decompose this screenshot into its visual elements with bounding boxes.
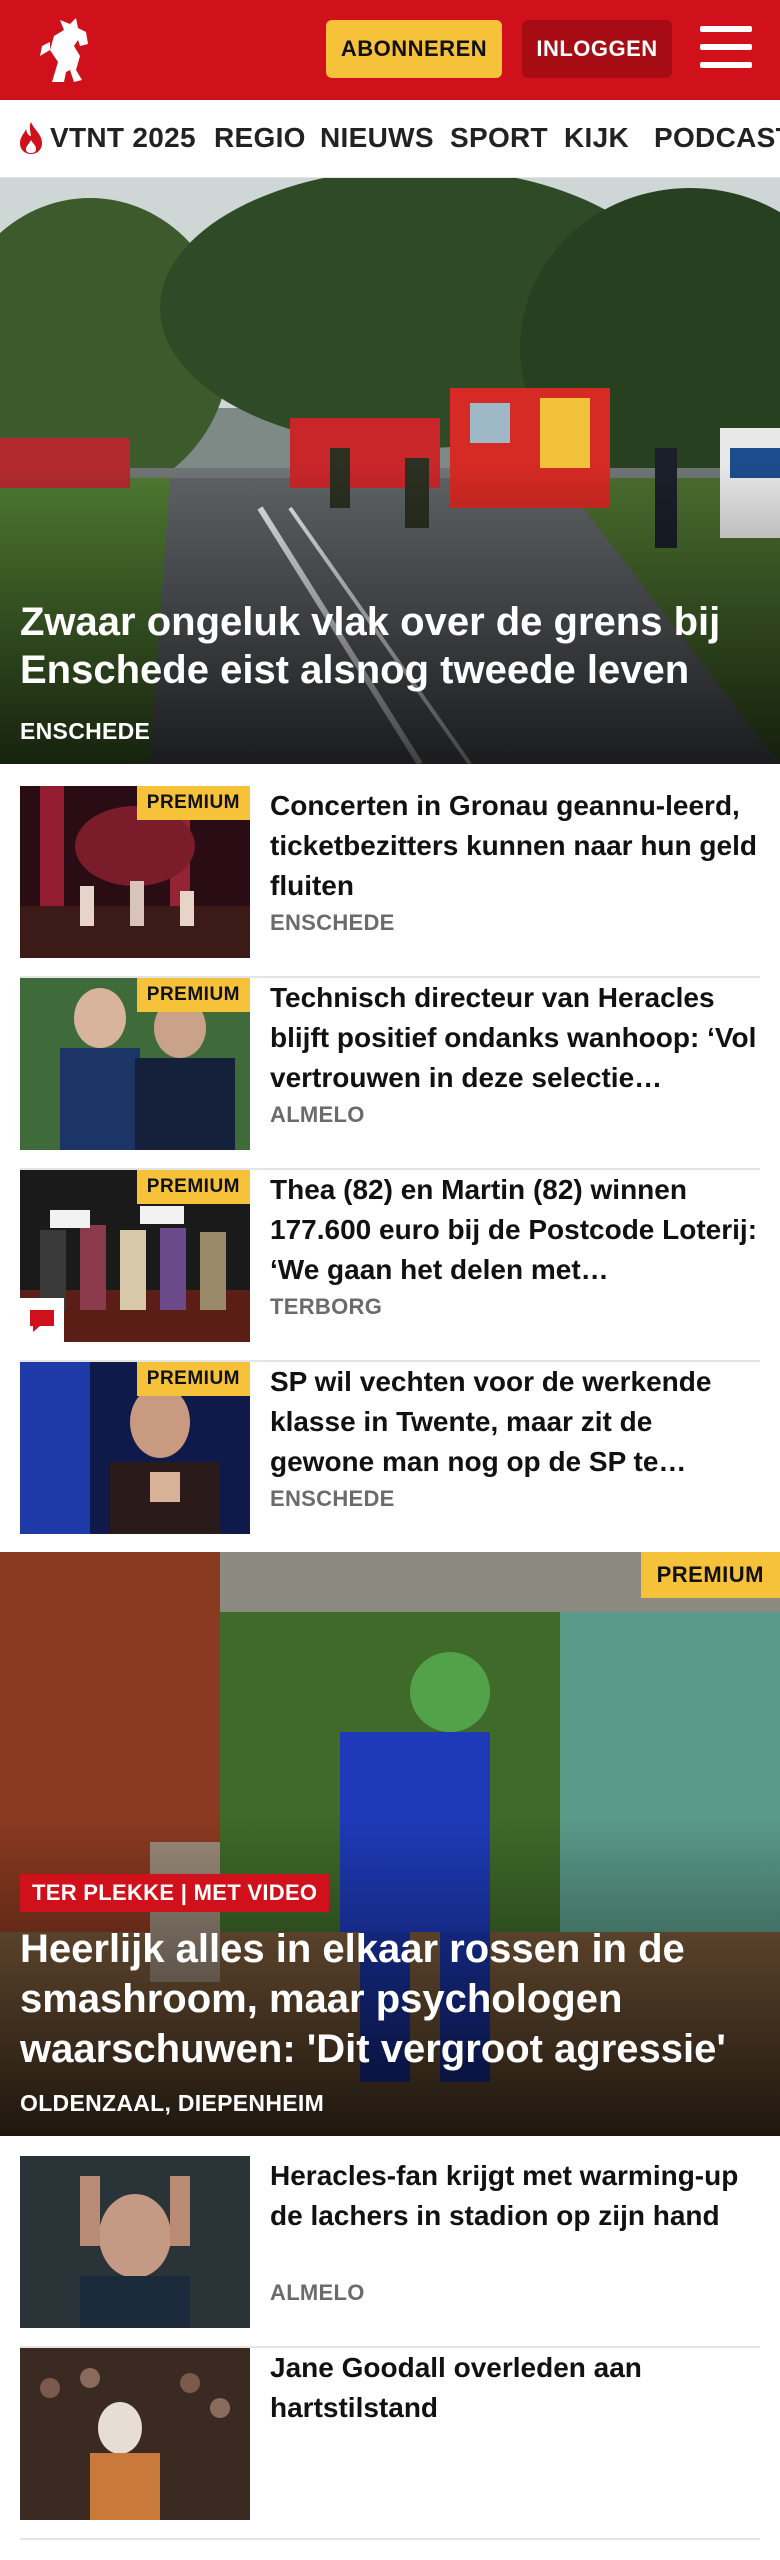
article-thumbnail [20,2348,250,2520]
article-title[interactable]: Thea (82) en Martin (82) winnen 177.600 … [270,1170,760,1290]
login-button[interactable]: INLOGGEN [522,20,672,78]
nav-item-sport[interactable]: SPORT [450,122,548,154]
nav-item-regio[interactable]: REGIO [214,122,306,154]
nav-item-kijk[interactable]: KIJK [564,122,629,154]
subscribe-button[interactable]: ABONNEREN [326,20,502,78]
article-location: TERBORG [270,1294,383,1319]
premium-badge: PREMIUM [640,1552,780,1598]
hero-location: ENSCHEDE [20,718,151,744]
list-item[interactable]: PREMIUM Thea (82) en Martin (82) winnen … [20,1170,760,1362]
article-title[interactable]: Jane Goodall overleden aan hartstilstand [270,2348,760,2428]
article-title[interactable]: SP wil vechten voor de werkende klasse i… [270,1362,760,1482]
premium-badge: PREMIUM [136,1170,250,1204]
premium-badge: PREMIUM [136,1362,250,1396]
article-thumbnail: PREMIUM [20,1362,250,1534]
flame-icon [16,120,46,156]
article-location: ALMELO [270,1102,365,1127]
list-item[interactable]: PREMIUM SP wil vechten voor de werkende … [20,1362,760,1554]
nav-item-vtnt-2025[interactable]: VTNT 2025 [50,122,196,154]
list-item[interactable]: PREMIUM Concerten in Gronau geannu-leerd… [20,786,760,978]
nav-item-podcast[interactable]: PODCAST [654,122,780,154]
main-navigation: VTNT 2025 REGIO NIEUWS SPORT KIJK PODCAS… [0,100,780,178]
premium-badge: PREMIUM [136,978,250,1012]
article-thumbnail: PREMIUM [20,1170,250,1342]
article-location: ENSCHEDE [270,910,395,935]
nav-item-nieuws[interactable]: NIEUWS [320,122,434,154]
feature-title[interactable]: Heerlijk alles in elkaar rossen in de sm… [20,1924,770,2074]
list-item[interactable]: PREMIUM Technisch directeur van Heracles… [20,978,760,1170]
feature-article[interactable]: PREMIUM TER PLEKKE | MET VIDEO Heerlijk … [0,1552,780,2136]
article-location: ALMELO [270,2280,365,2305]
article-location: ENSCHEDE [270,1486,395,1511]
hamburger-menu-icon[interactable] [700,24,752,72]
twente-horse-logo-icon[interactable] [30,10,110,90]
feature-location: OLDENZAAL, DIEPENHEIM [20,2090,325,2116]
article-thumbnail: PREMIUM [20,978,250,1150]
comment-bubble-icon[interactable] [20,1298,64,1342]
article-thumbnail [20,2156,250,2328]
list-item[interactable]: Heracles-fan krijgt met warming-up de la… [20,2156,760,2348]
premium-badge: PREMIUM [136,786,250,820]
feature-tag: TER PLEKKE | MET VIDEO [20,1874,330,1912]
hero-title[interactable]: Zwaar ongeluk vlak over de grens bij Ens… [20,598,760,694]
article-thumbnail: PREMIUM [20,786,250,958]
article-title[interactable]: Technisch directeur van Heracles blijft … [270,978,760,1098]
article-title[interactable]: Concerten in Gronau geannu-leerd, ticket… [270,786,760,906]
list-item[interactable]: Jane Goodall overleden aan hartstilstand [20,2348,760,2540]
hero-article[interactable]: Zwaar ongeluk vlak over de grens bij Ens… [0,178,780,764]
article-title[interactable]: Heracles-fan krijgt met warming-up de la… [270,2156,760,2236]
top-bar: ABONNEREN INLOGGEN [0,0,780,100]
